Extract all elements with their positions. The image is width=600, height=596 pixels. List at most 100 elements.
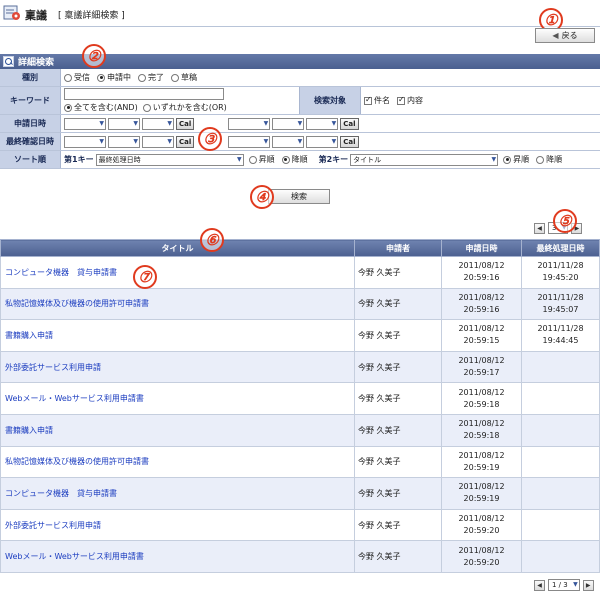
confirm-date-to-month-select[interactable] [272,135,305,148]
type-received-radio[interactable]: 受信 [64,72,90,83]
applicant-cell: 今野 久美子 [354,350,442,384]
keyword-and-radio[interactable]: 全てを含む(AND) [64,102,138,113]
sort-row: ソート順 第1キー 最終処理日時 昇順 降順 第2キー タイトル 昇順 降順 [0,151,600,169]
table-row[interactable]: Webメール・Webサービス利用申請書 今野 久美子 2011/08/12 20:59… [0,382,600,415]
last-processed-date-cell [521,508,600,542]
back-button[interactable]: ◀ 戻る [535,28,595,43]
request-title-link[interactable]: コンピュータ機器 貸与申請書 [0,477,355,510]
callout-4: ④ [250,185,274,209]
search-icon [3,56,14,67]
bottom-pager: ◀ 1 / 3 ▶ [534,579,594,591]
application-date-cell: 2011/08/12 20:59:18 [441,413,522,447]
keyword-label: キーワード [0,87,61,114]
application-date-cell: 2011/08/12 20:59:19 [441,445,522,479]
table-row[interactable]: 私物記憶媒体及び機器の使用許可申請書 今野 久美子 2011/08/12 20:59:… [0,445,600,479]
table-row[interactable]: 私物記憶媒体及び機器の使用許可申請書 今野 久美子 2011/08/12 20:59:… [0,287,600,321]
callout-5: ⑤ [553,209,577,233]
app-date-from-year-select[interactable] [64,117,106,130]
request-title-link[interactable]: Webメール・Webサービス利用申請書 [0,382,355,415]
confirm-date-to-day-select[interactable] [306,135,339,148]
target-content-checkbox[interactable]: 内容 [397,95,423,106]
applicant-cell: 今野 久美子 [354,540,442,573]
last-processed-date-cell [521,477,600,510]
type-label: 種別 [0,69,61,86]
key2-select[interactable]: タイトル [350,153,499,166]
application-date-cell: 2011/08/12 20:59:17 [441,350,522,384]
application-date-row: 申請日時 Cal Cal [0,115,600,133]
request-title-link[interactable]: 私物記憶媒体及び機器の使用許可申請書 [0,287,355,321]
prev-page-button[interactable]: ◀ [534,222,545,234]
request-title-link[interactable]: 書籍購入申請 [0,319,355,352]
application-date-cell: 2011/08/12 20:59:20 [441,508,522,542]
key2-desc-radio[interactable]: 降順 [536,154,562,165]
search-button[interactable]: 検索 [268,189,330,204]
key1-asc-radio[interactable]: 昇順 [248,154,275,165]
page-header: 稟議 [ 稟議詳細検索 ] [0,0,600,27]
keyword-or-radio[interactable]: いずれかを含む(OR) [142,102,227,113]
app-date-to-day-select[interactable] [306,117,339,130]
callout-6: ⑥ [200,228,224,252]
app-date-from-month-select[interactable] [108,117,140,130]
request-title-link[interactable]: 私物記憶媒体及び機器の使用許可申請書 [0,445,355,479]
applicant-cell: 今野 久美子 [354,256,442,289]
confirm-date-to-year-select[interactable] [228,135,271,148]
key1-select[interactable]: 最終処理日時 [95,153,244,166]
col-app-date-header[interactable]: 申請日時 [441,239,522,257]
callout-2: ② [82,44,106,68]
bottom-prev-page-button[interactable]: ◀ [534,579,545,591]
app-date-to-month-select[interactable] [272,117,305,130]
keyword-input[interactable] [64,88,224,100]
col-applicant-header[interactable]: 申請者 [354,239,442,257]
target-subject-checkbox[interactable]: 件名 [364,95,390,106]
applicant-cell: 今野 久美子 [354,477,442,510]
confirm-date-from-year-select[interactable] [64,135,106,148]
app-date-from-cal-button[interactable]: Cal [176,117,195,130]
type-complete-radio[interactable]: 完了 [138,72,164,83]
keyword-row: キーワード 全てを含む(AND) いずれかを含む(OR) 検索対象 件名 内容 [0,87,600,115]
request-title-link[interactable]: Webメール・Webサービス利用申請書 [0,540,355,573]
application-date-cell: 2011/08/12 20:59:16 [441,287,522,321]
col-title-header[interactable]: タイトル [0,239,355,257]
table-row[interactable]: 外部委託サービス利用申請 今野 久美子 2011/08/12 20:59:17 [0,350,600,384]
bottom-page-select[interactable]: 1 / 3 [548,579,580,591]
approval-app-icon [3,5,20,20]
request-title-link[interactable]: コンピュータ機器 貸与申請書 [0,256,355,289]
table-row[interactable]: 外部委託サービス利用申請 今野 久美子 2011/08/12 20:59:20 [0,508,600,542]
application-date-cell: 2011/08/12 20:59:18 [441,382,522,415]
confirm-date-from-day-select[interactable] [142,135,174,148]
request-title-link[interactable]: 外部委託サービス利用申請 [0,350,355,384]
type-pending-radio[interactable]: 申請中 [97,72,131,83]
confirm-date-from-cal-button[interactable]: Cal [176,135,195,148]
type-row: 種別 受信 申請中 完了 草稿 [0,69,600,87]
key2-label: 第2キー [318,155,349,164]
back-arrow-icon: ◀ [552,31,559,40]
callout-7: ⑦ [133,265,157,289]
key2-asc-radio[interactable]: 昇順 [503,154,529,165]
confirm-date-from-month-select[interactable] [108,135,140,148]
request-title-link[interactable]: 書籍購入申請 [0,413,355,447]
app-date-to-year-select[interactable] [228,117,271,130]
table-row[interactable]: コンピュータ機器 貸与申請書 今野 久美子 2011/08/12 20:59:16 20… [0,256,600,289]
type-draft-radio[interactable]: 草稿 [171,72,197,83]
bottom-next-page-button[interactable]: ▶ [582,579,594,591]
page-title: 稟議 [25,9,47,22]
app-date-to-cal-button[interactable]: Cal [340,117,359,130]
sort-label: ソート順 [0,151,61,168]
table-row[interactable]: 書籍購入申請 今野 久美子 2011/08/12 20:59:18 [0,413,600,447]
col-last-date-header[interactable]: 最終処理日時 [521,239,600,257]
last-processed-date-cell [521,540,600,573]
table-row[interactable]: 書籍購入申請 今野 久美子 2011/08/12 20:59:15 2011/11/28… [0,319,600,352]
last-processed-date-cell [521,350,600,384]
table-header-row: タイトル 申請者 申請日時 最終処理日時 [0,239,600,257]
app-date-from-day-select[interactable] [142,117,174,130]
callout-3: ③ [198,127,222,151]
application-date-cell: 2011/08/12 20:59:19 [441,477,522,510]
request-title-link[interactable]: 外部委託サービス利用申請 [0,508,355,542]
last-processed-date-cell [521,445,600,479]
application-date-cell: 2011/08/12 20:59:20 [441,540,522,573]
last-confirm-date-row: 最終確認日時 Cal Cal [0,133,600,151]
key1-desc-radio[interactable]: 降順 [281,154,308,165]
table-row[interactable]: Webメール・Webサービス利用申請書 今野 久美子 2011/08/12 20:59… [0,540,600,573]
table-row[interactable]: コンピュータ機器 貸与申請書 今野 久美子 2011/08/12 20:59:19 [0,477,600,510]
confirm-date-to-cal-button[interactable]: Cal [340,135,359,148]
